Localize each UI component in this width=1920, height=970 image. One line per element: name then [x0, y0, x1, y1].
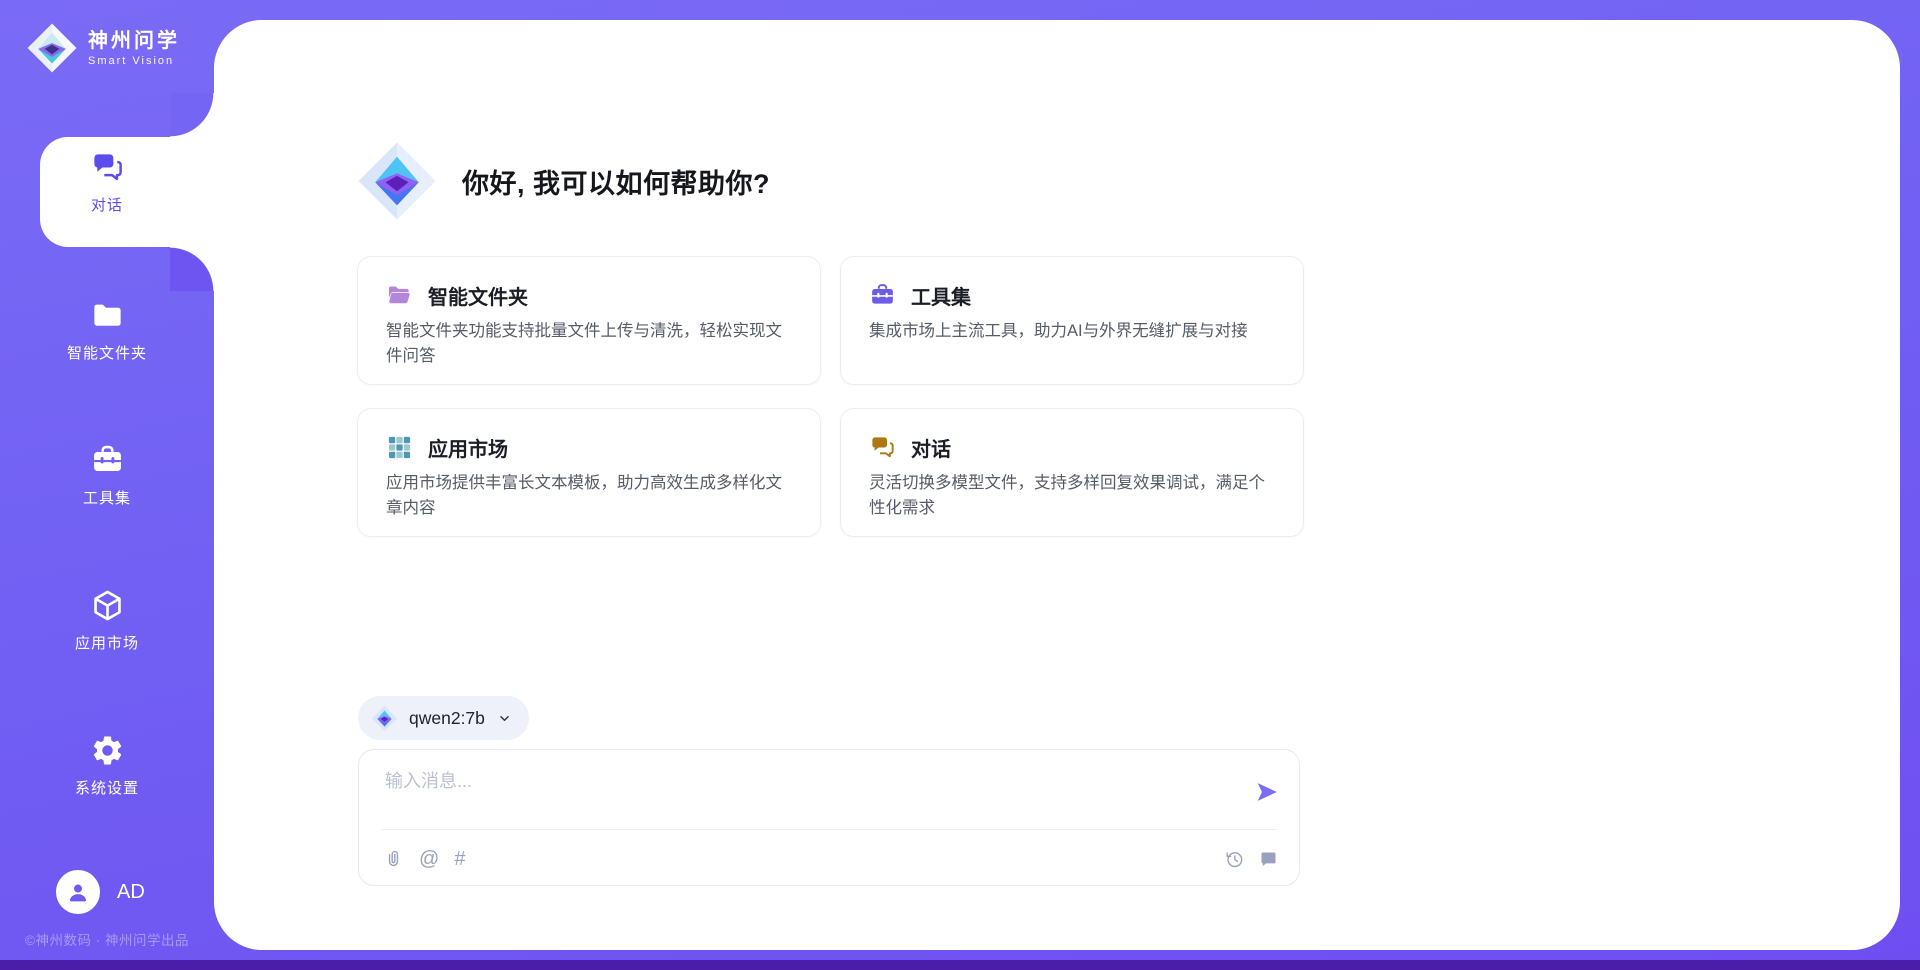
gear-icon [90, 733, 125, 768]
sidebar-item-label: 应用市场 [75, 632, 139, 653]
folder-icon [90, 298, 125, 333]
card-chat[interactable]: 对话 灵活切换多模型文件，支持多样回复效果调试，满足个性化需求 [840, 408, 1304, 537]
app-window: 神州问学 Smart Vision 对话 智能文件夹 [0, 0, 1920, 970]
sidebar-item-label: 工具集 [83, 487, 131, 508]
folder-open-icon [386, 282, 413, 309]
brand-text: 神州问学 Smart Vision [88, 30, 180, 67]
card-app-market[interactable]: 应用市场 应用市场提供丰富长文本模板，助力高效生成多样化文章内容 [357, 408, 821, 537]
diamond-logo-icon [371, 705, 398, 732]
composer-toolbar: @ # [383, 843, 1279, 875]
sidebar-item-chat[interactable]: 对话 [0, 150, 214, 215]
feature-cards-grid: 智能文件夹 智能文件夹功能支持批量文件上传与清洗，轻松实现文件问答 工具集 集成… [357, 256, 1304, 537]
sidebar-item-settings[interactable]: 系统设置 [0, 733, 214, 798]
composer-toolbar-right [1224, 849, 1279, 870]
active-nav-fillet-top [170, 93, 214, 137]
sidebar-item-app-market[interactable]: 应用市场 [0, 588, 214, 653]
sidebar: 神州问学 Smart Vision 对话 智能文件夹 [0, 0, 214, 970]
brand-logo-row: 神州问学 Smart Vision [26, 22, 180, 74]
window-bottom-bar [0, 960, 1920, 970]
message-composer: @ # [358, 749, 1300, 886]
brand-diamond-icon [26, 22, 78, 74]
chevron-down-icon [496, 710, 513, 727]
history-icon[interactable] [1224, 849, 1245, 870]
sidebar-item-smart-folder[interactable]: 智能文件夹 [0, 298, 214, 363]
brand-name: 神州问学 [88, 30, 180, 53]
card-header: 对话 [869, 433, 1275, 462]
card-toolset[interactable]: 工具集 集成市场上主流工具，助力AI与外界无缝扩展与对接 [840, 256, 1304, 385]
grid-icon [386, 434, 413, 461]
sidebar-item-label: 对话 [91, 194, 123, 215]
greeting-title: 你好, 我可以如何帮助你? [462, 162, 770, 201]
card-header: 应用市场 [386, 433, 792, 462]
composer-divider [381, 829, 1277, 830]
chat-icon [90, 150, 125, 185]
brand-subtitle: Smart Vision [88, 55, 180, 67]
sidebar-footer-credit: ©神州数码 · 神州问学出品 [0, 929, 214, 949]
sidebar-item-label: 系统设置 [75, 777, 139, 798]
user-profile[interactable]: AD [56, 870, 145, 914]
send-icon[interactable] [1254, 779, 1280, 805]
model-name: qwen2:7b [409, 708, 485, 729]
active-nav-fillet-bottom [170, 247, 214, 291]
person-icon [65, 879, 91, 905]
card-title: 对话 [911, 433, 951, 462]
card-description: 智能文件夹功能支持批量文件上传与清洗，轻松实现文件问答 [386, 319, 792, 369]
cube-icon [90, 588, 125, 623]
message-input[interactable] [383, 765, 1233, 821]
card-smart-folder[interactable]: 智能文件夹 智能文件夹功能支持批量文件上传与清洗，轻松实现文件问答 [357, 256, 821, 385]
card-header: 工具集 [869, 281, 1275, 310]
card-title: 应用市场 [428, 433, 508, 462]
card-description: 集成市场上主流工具，助力AI与外界无缝扩展与对接 [869, 319, 1275, 344]
hash-icon[interactable]: # [454, 849, 465, 869]
sidebar-item-label: 智能文件夹 [67, 342, 147, 363]
greeting-row: 你好, 我可以如何帮助你? [356, 140, 770, 222]
card-description: 灵活切换多模型文件，支持多样回复效果调试，满足个性化需求 [869, 471, 1275, 521]
card-title: 工具集 [911, 281, 971, 310]
chat-icon [869, 434, 896, 461]
chat-bubble-icon[interactable] [1258, 849, 1279, 870]
briefcase-icon [90, 443, 125, 478]
briefcase-icon [869, 282, 896, 309]
paperclip-icon[interactable] [383, 849, 404, 870]
at-icon[interactable]: @ [419, 849, 439, 869]
model-selector[interactable]: qwen2:7b [358, 696, 529, 740]
avatar [56, 870, 100, 914]
card-description: 应用市场提供丰富长文本模板，助力高效生成多样化文章内容 [386, 471, 792, 521]
sidebar-item-toolset[interactable]: 工具集 [0, 443, 214, 508]
card-header: 智能文件夹 [386, 281, 792, 310]
user-initials: AD [117, 881, 145, 904]
assistant-diamond-icon [356, 140, 438, 222]
card-title: 智能文件夹 [428, 281, 528, 310]
